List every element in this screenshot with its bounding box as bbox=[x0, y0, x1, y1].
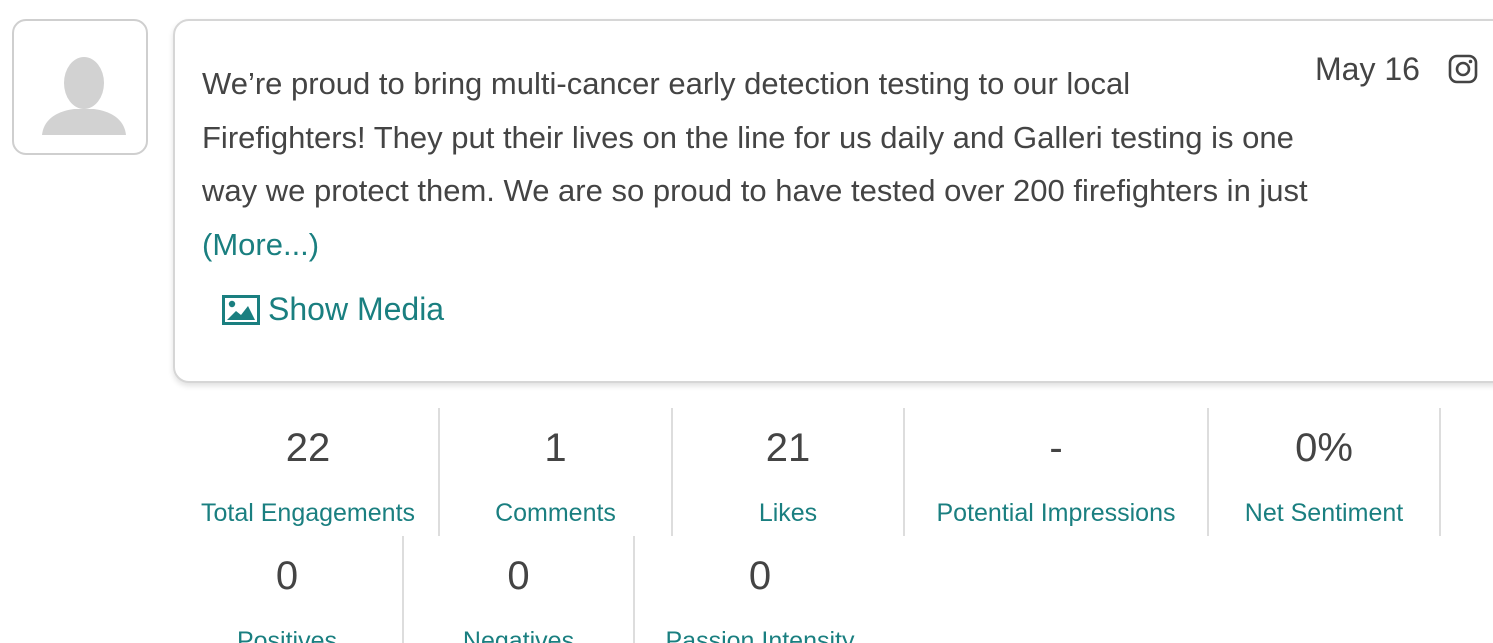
user-placeholder-icon bbox=[42, 57, 126, 135]
show-media-button[interactable]: Show Media bbox=[222, 291, 444, 328]
metric-value: 0% bbox=[1295, 426, 1353, 470]
avatar[interactable] bbox=[12, 19, 148, 155]
metric-net-sentiment: 0% Net Sentiment bbox=[1209, 424, 1439, 528]
metric-label[interactable]: Comments bbox=[440, 498, 671, 528]
metric-comments: 1 Comments bbox=[440, 424, 671, 528]
metric-value: 1 bbox=[544, 426, 567, 470]
metric-label[interactable]: Total Engagements bbox=[178, 498, 438, 528]
metric-divider bbox=[1439, 408, 1441, 536]
metric-value: 21 bbox=[765, 426, 811, 470]
metric-value: 0 bbox=[507, 554, 530, 598]
metric-likes: 21 Likes bbox=[673, 424, 903, 528]
metric-label[interactable]: Negatives bbox=[404, 626, 633, 643]
metric-label[interactable]: Likes bbox=[673, 498, 903, 528]
metric-value: 0 bbox=[748, 554, 772, 598]
post-text-line: Firefighters! They put their lives on th… bbox=[202, 119, 1294, 155]
image-icon bbox=[222, 294, 260, 325]
metric-potential-impressions: - Potential Impressions bbox=[905, 424, 1207, 528]
more-link[interactable]: (More...) bbox=[202, 218, 1472, 272]
metric-value: - bbox=[1049, 426, 1063, 470]
metric-positives: 0 Positives bbox=[172, 552, 402, 643]
metric-label[interactable]: Potential Impressions bbox=[905, 498, 1207, 528]
metric-passion-intensity: 0 Passion Intensity bbox=[635, 552, 885, 643]
metric-label[interactable]: Passion Intensity bbox=[635, 626, 885, 643]
metric-value: 22 bbox=[285, 426, 331, 470]
post-text-line: way we protect them. We are so proud to … bbox=[202, 173, 1308, 208]
post-result-page: May 16 We’re proud to bring multi-cancer… bbox=[0, 0, 1493, 643]
metric-value: 0 bbox=[275, 554, 299, 598]
metric-total-engagements: 22 Total Engagements bbox=[178, 424, 438, 528]
post-text: We’re proud to bring multi-cancer early … bbox=[202, 57, 1472, 271]
metric-label[interactable]: Net Sentiment bbox=[1209, 498, 1439, 528]
metric-label[interactable]: Positives bbox=[172, 626, 402, 643]
post-card: May 16 We’re proud to bring multi-cancer… bbox=[173, 19, 1493, 383]
show-media-label: Show Media bbox=[268, 291, 445, 327]
post-text-line: We’re proud to bring multi-cancer early … bbox=[202, 66, 1131, 101]
metric-negatives: 0 Negatives bbox=[404, 552, 633, 643]
